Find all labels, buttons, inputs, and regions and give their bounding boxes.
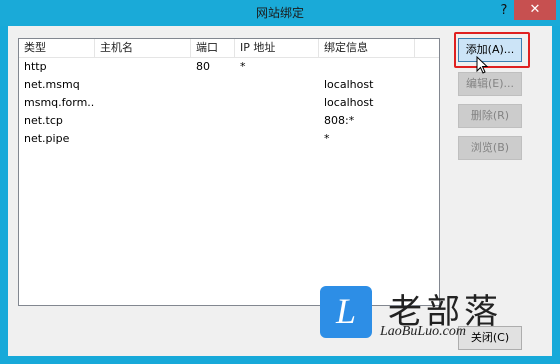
cell-port: 80 [196,60,210,73]
cell-port [191,94,235,112]
cell-binding: localhost [324,78,374,91]
cell-host [95,112,191,130]
watermark-url: LaoBuLuo.com [380,324,466,339]
table-row[interactable]: net.tcp 808:* [19,112,439,130]
watermark: L 老部落 LaoBuLuo.com [318,286,554,344]
column-header-ip[interactable]: IP 地址 [235,39,319,58]
cell-type: net.pipe [24,132,70,145]
column-header-binding-info[interactable]: 绑定信息 [319,39,415,58]
title-bar[interactable]: 网站绑定 ? ✕ [0,0,560,26]
cell-host [95,130,191,148]
column-header-type[interactable]: 类型 [19,39,95,58]
cell-ip: * [240,60,246,73]
cell-binding: * [324,132,330,145]
cell-type: msmq.form... [24,96,95,109]
cell-port [191,130,235,148]
close-icon[interactable]: ✕ [514,0,556,20]
mouse-pointer-icon [476,56,488,74]
cell-type: http [24,60,47,73]
cell-type: net.tcp [24,114,63,127]
cell-host [95,58,191,76]
cell-ip [235,76,319,94]
bindings-list[interactable]: 类型 主机名 端口 IP 地址 绑定信息 http 80 * net.msmq … [18,38,440,306]
highlight-annotation [454,32,530,68]
edit-button[interactable]: 编辑(E)... [458,72,522,96]
table-row[interactable]: net.msmq localhost [19,76,439,94]
watermark-logo-letter: L [335,291,357,331]
cell-binding: localhost [324,96,374,109]
list-header: 类型 主机名 端口 IP 地址 绑定信息 [19,39,439,58]
watermark-logo: L [320,286,372,338]
cell-port [191,112,235,130]
cell-ip [235,94,319,112]
cell-host [95,94,191,112]
help-button[interactable]: ? [494,0,514,22]
table-row[interactable]: msmq.form... localhost [19,94,439,112]
cell-port [191,76,235,94]
browse-button[interactable]: 浏览(B) [458,136,522,160]
cell-ip [235,130,319,148]
site-bindings-dialog: 网站绑定 ? ✕ 类型 主机名 端口 IP 地址 绑定信息 http 80 * … [0,0,560,364]
cell-host [95,76,191,94]
cell-ip [235,112,319,130]
column-header-port[interactable]: 端口 [191,39,235,58]
column-header-hostname[interactable]: 主机名 [95,39,191,58]
cell-binding [319,58,415,76]
cell-type: net.msmq [24,78,80,91]
table-row[interactable]: net.pipe * [19,130,439,148]
remove-button[interactable]: 删除(R) [458,104,522,128]
cell-binding: 808:* [324,114,355,127]
table-row[interactable]: http 80 * [19,58,439,76]
window-title: 网站绑定 [255,6,304,20]
